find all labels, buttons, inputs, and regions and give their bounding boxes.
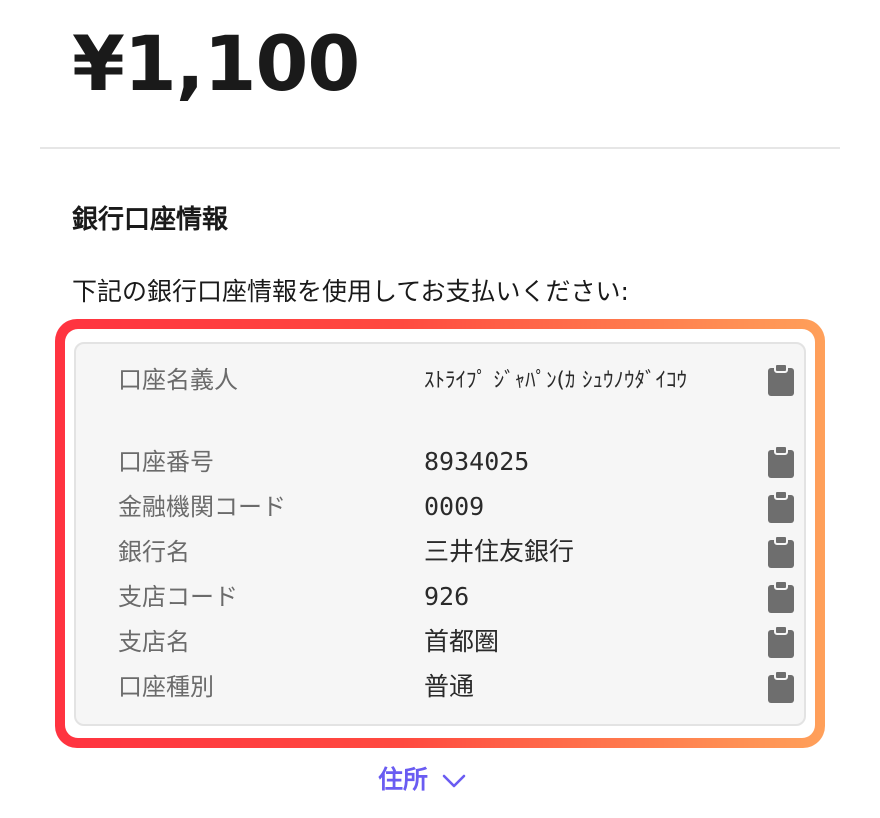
clipboard-icon <box>768 491 794 523</box>
divider <box>40 147 840 149</box>
payment-amount: ¥1,100 <box>72 19 360 108</box>
chevron-down-icon <box>442 762 466 798</box>
bank-row-value: 三井住友銀行 <box>424 537 575 566</box>
bank-row-value: 8934025 <box>424 447 530 476</box>
bank-row-label: 口座名義人 <box>118 366 238 394</box>
bank-row-label: 支店コード <box>118 583 238 611</box>
copy-bank-code-button[interactable] <box>768 491 794 523</box>
copy-account-type-button[interactable] <box>768 671 794 703</box>
bank-row-value: 首都圏 <box>424 627 500 656</box>
bank-row-label: 支店名 <box>118 628 190 656</box>
address-toggle-label: 住所 <box>378 765 429 794</box>
clipboard-icon <box>768 671 794 703</box>
bank-row-label: 銀行名 <box>118 538 190 566</box>
clipboard-icon <box>768 581 794 613</box>
bank-row-label: 口座番号 <box>118 448 214 476</box>
section-title: 銀行口座情報 <box>72 205 229 235</box>
address-toggle[interactable]: 住所 <box>378 762 466 798</box>
bank-info-card: 口座名義人 ｽﾄﾗｲﾌﾟ ｼﾞｬﾊﾟﾝ(ｶ ｼｭｳﾉｳﾀﾞｲｺｳ 口座番号 89… <box>74 342 806 726</box>
clipboard-icon <box>768 626 794 658</box>
bank-row-value: ｽﾄﾗｲﾌﾟ ｼﾞｬﾊﾟﾝ(ｶ ｼｭｳﾉｳﾀﾞｲｺｳ <box>424 368 688 392</box>
copy-branch-name-button[interactable] <box>768 626 794 658</box>
clipboard-icon <box>768 446 794 478</box>
bank-row-value: 0009 <box>424 492 485 521</box>
copy-bank-name-button[interactable] <box>768 536 794 568</box>
bank-row-label: 金融機関コード <box>118 493 286 521</box>
clipboard-icon <box>768 536 794 568</box>
copy-account-holder-button[interactable] <box>768 364 794 396</box>
copy-branch-code-button[interactable] <box>768 581 794 613</box>
bank-row-value: 普通 <box>424 672 475 701</box>
instruction-text: 下記の銀行口座情報を使用してお支払いください: <box>72 277 629 306</box>
clipboard-icon <box>768 364 794 396</box>
bank-row-value: 926 <box>424 582 470 611</box>
bank-row-label: 口座種別 <box>118 673 214 701</box>
copy-account-number-button[interactable] <box>768 446 794 478</box>
